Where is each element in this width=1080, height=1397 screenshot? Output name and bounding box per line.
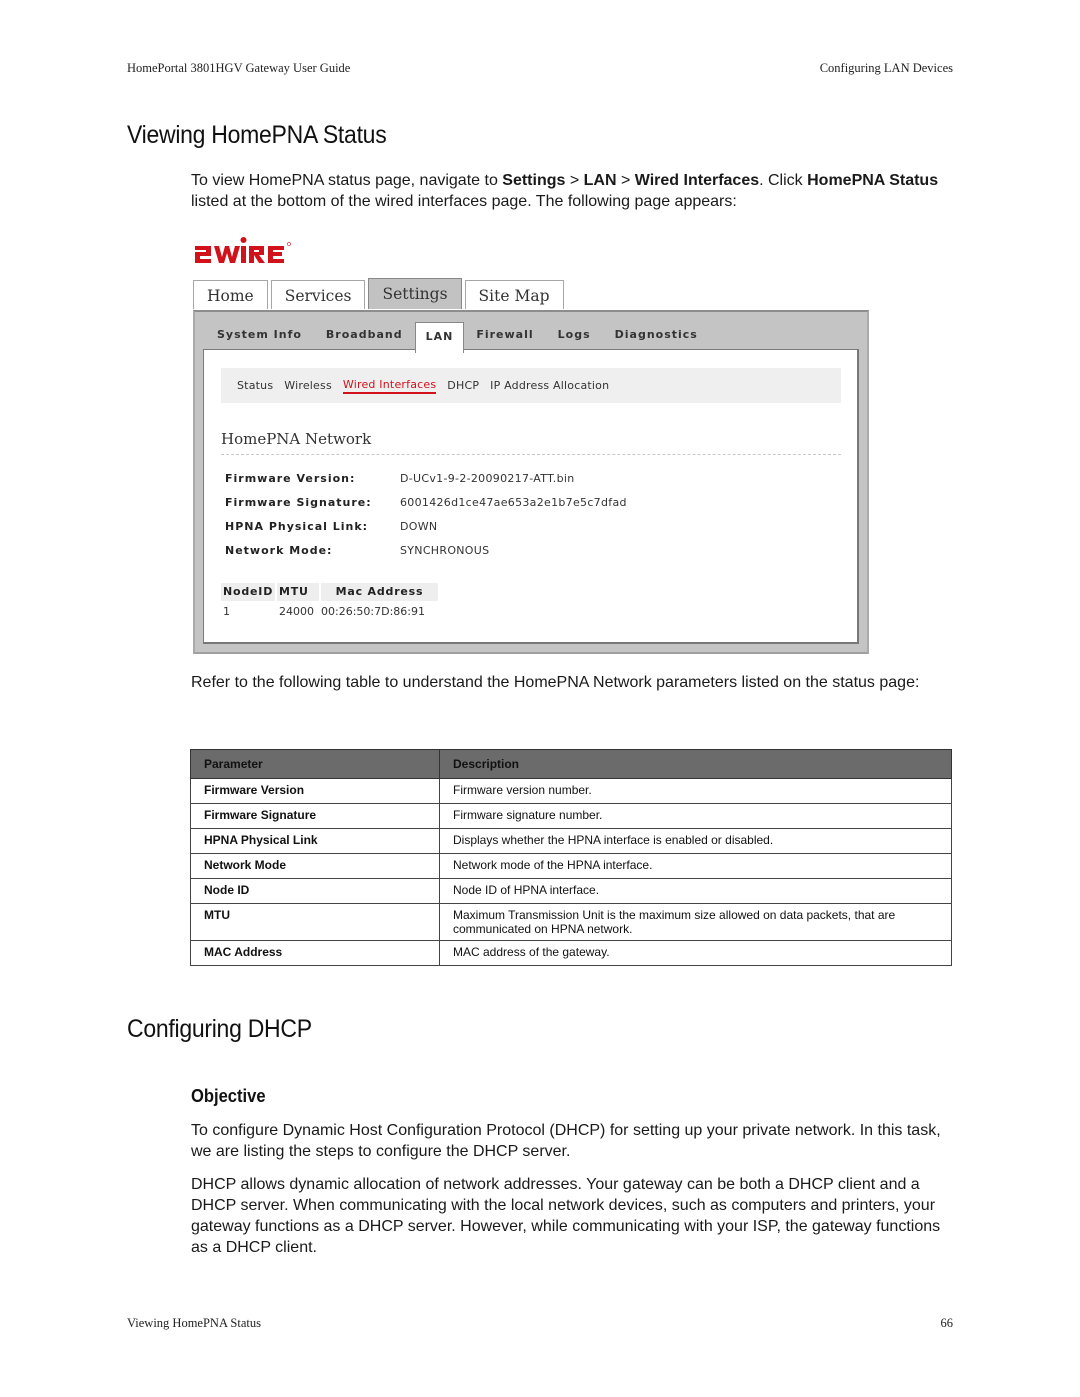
page-number: 66 [940, 1316, 954, 1330]
header-doc-title: HomePortal 3801HGV Gateway User Guide [127, 61, 351, 75]
subtab-logs[interactable]: Logs [546, 320, 603, 350]
node-table: NodeID MTU Mac Address 1 24000 00:26:50:… [221, 583, 440, 623]
dhcp-description-paragraph: DHCP allows dynamic allocation of networ… [191, 1176, 941, 1256]
subtab-diagnostics[interactable]: Diagnostics [603, 320, 710, 350]
header-chapter-title: Configuring LAN Devices [819, 61, 953, 75]
link-wired-interfaces[interactable]: Wired Interfaces [342, 378, 437, 394]
settings-frame: System Info Broadband LAN Firewall Logs … [193, 310, 869, 654]
param-desc: Network mode of the HPNA interface. [439, 853, 952, 879]
cell-mtu: 24000 [279, 605, 314, 618]
link-ip-address-allocation[interactable]: IP Address Allocation [490, 379, 609, 392]
intro-sep: > [616, 172, 635, 189]
col-description: Description [439, 749, 952, 779]
link-wireless[interactable]: Wireless [284, 379, 332, 392]
2wire-logo [195, 237, 291, 263]
field-label: Firmware Version: [225, 472, 356, 485]
col-mac-address: Mac Address [321, 583, 438, 601]
section-title-homepna-status: Viewing HomePNA Status [127, 121, 387, 149]
table-row: Node ID Node ID of HPNA interface. [190, 878, 952, 904]
field-label: Network Mode: [225, 544, 333, 557]
param-desc: MAC address of the gateway. [439, 940, 952, 966]
lan-content-panel: Status Wireless Wired Interfaces DHCP IP… [203, 349, 859, 644]
param-desc: Firmware version number. [439, 778, 952, 804]
field-label: Firmware Signature: [225, 496, 372, 509]
nav-lan-ref: LAN [583, 172, 617, 189]
param-name: Network Mode [190, 853, 440, 879]
intro-text: To view HomePNA status page, navigate to [191, 172, 503, 189]
router-ui-screenshot: Home Services Settings Site Map System I… [191, 228, 871, 658]
intro-text: . Click [759, 172, 808, 189]
tab-settings[interactable]: Settings [368, 278, 462, 309]
tab-services[interactable]: Services [270, 280, 366, 309]
nav-settings-ref: Settings [502, 172, 566, 189]
objective-paragraph: To configure Dynamic Host Configuration … [191, 1122, 941, 1160]
param-desc: Firmware signature number. [439, 803, 952, 829]
intro-paragraph: To view HomePNA status page, navigate to… [191, 170, 951, 212]
nav-wired-ref: Wired Interfaces [634, 172, 760, 189]
col-parameter: Parameter [190, 749, 440, 779]
param-desc: Node ID of HPNA interface. [439, 878, 952, 904]
param-desc: Maximum Transmission Unit is the maximum… [439, 903, 952, 941]
node-table-row: 1 24000 00:26:50:7D:86:91 [221, 601, 440, 623]
intro-text: listed at the bottom of the wired interf… [191, 193, 737, 210]
param-name: HPNA Physical Link [190, 828, 440, 854]
field-value: 6001426d1ce47ae653a2e1b7e5c7dfad [400, 496, 627, 509]
param-desc: Displays whether the HPNA interface is e… [439, 828, 952, 854]
subsection-title-objective: Objective [191, 1086, 266, 1106]
homepna-network-title: HomePNA Network [221, 430, 372, 448]
tab-site-map[interactable]: Site Map [464, 280, 564, 309]
tab-home[interactable]: Home [193, 280, 268, 309]
footer-section-title: Viewing HomePNA Status [127, 1316, 261, 1330]
subtab-firewall[interactable]: Firewall [464, 320, 545, 350]
col-nodeid: NodeID [221, 583, 275, 601]
section-divider [221, 454, 841, 455]
main-nav-tabs: Home Services Settings Site Map [193, 278, 567, 310]
table-row: MAC Address MAC address of the gateway. [190, 940, 952, 966]
field-value: DOWN [400, 520, 438, 533]
field-value: SYNCHRONOUS [400, 544, 490, 557]
table-row: HPNA Physical Link Displays whether the … [190, 828, 952, 854]
parameter-table: Parameter Description Firmware Version F… [190, 749, 952, 966]
param-name: MAC Address [190, 940, 440, 966]
section-title-configuring-dhcp: Configuring DHCP [127, 1015, 312, 1043]
subtab-broadband[interactable]: Broadband [314, 320, 415, 350]
cell-nodeid: 1 [223, 605, 230, 618]
field-value: D-UCv1-9-2-20090217-ATT.bin [400, 472, 575, 485]
lan-sub-links: Status Wireless Wired Interfaces DHCP IP… [221, 368, 841, 403]
table-row: Network Mode Network mode of the HPNA in… [190, 853, 952, 879]
field-label: HPNA Physical Link: [225, 520, 369, 533]
table-row: Firmware Signature Firmware signature nu… [190, 803, 952, 829]
homepna-status-ref: HomePNA Status [807, 172, 939, 189]
table-row: MTU Maximum Transmission Unit is the max… [190, 903, 952, 941]
cell-mac-address: 00:26:50:7D:86:91 [321, 605, 425, 618]
subtab-system-info[interactable]: System Info [205, 320, 314, 350]
param-name: Node ID [190, 878, 440, 904]
param-name: MTU [190, 903, 440, 941]
table-row: Firmware Version Firmware version number… [190, 778, 952, 804]
param-name: Firmware Signature [190, 803, 440, 829]
link-dhcp[interactable]: DHCP [447, 379, 479, 392]
node-table-header: NodeID MTU Mac Address [221, 583, 440, 601]
param-name: Firmware Version [190, 778, 440, 804]
intro-sep: > [565, 172, 584, 189]
link-status[interactable]: Status [237, 379, 273, 392]
subtab-lan[interactable]: LAN [414, 322, 465, 353]
refer-paragraph: Refer to the following table to understa… [191, 674, 920, 691]
col-mtu: MTU [277, 583, 319, 601]
settings-sub-tabs: System Info Broadband LAN Firewall Logs … [205, 320, 710, 353]
